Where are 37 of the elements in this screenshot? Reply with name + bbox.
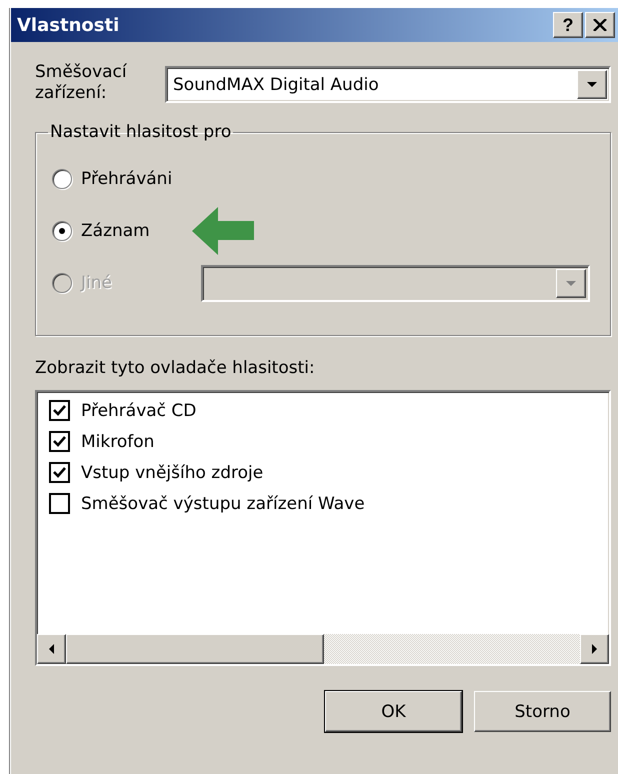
field-label: Směšovací zařízení: [35, 62, 128, 104]
radio-label: Přehráváni [81, 169, 174, 189]
close-button[interactable] [585, 12, 615, 38]
checkbox[interactable] [49, 431, 70, 452]
dropdown-value: SoundMAX Digital Audio [173, 74, 380, 94]
scroll-left-button[interactable] [37, 634, 66, 664]
dropdown-button[interactable] [556, 268, 586, 298]
scroll-right-button[interactable] [580, 634, 609, 664]
checkbox[interactable] [49, 462, 70, 483]
device-dropdown[interactable]: SoundMAX Digital Audio [165, 66, 611, 103]
window-title: Vlastnosti [17, 14, 120, 36]
checkmark-icon [53, 436, 66, 447]
arrow-icon [192, 207, 254, 255]
triangle-down-icon [587, 82, 597, 87]
triangle-left-icon [49, 644, 54, 654]
group-title: Nastavit hlasitost pro [49, 122, 232, 142]
horizontal-scrollbar[interactable] [37, 634, 609, 664]
radio-button[interactable] [52, 221, 72, 241]
checkmark-icon [53, 467, 66, 478]
radio-label: Záznam [81, 221, 151, 241]
dropdown-button[interactable] [577, 70, 607, 99]
checkmark-icon [53, 405, 66, 416]
help-button[interactable]: ? [553, 12, 583, 38]
checkbox[interactable] [49, 493, 70, 514]
checkbox-label: Mikrofon [81, 432, 154, 452]
checkbox-label: Vstup vnějšího zdroje [81, 462, 264, 482]
checkbox[interactable] [49, 400, 70, 421]
checkbox-label: Směšovač výstupu zařízení Wave [81, 494, 365, 514]
triangle-right-icon [592, 644, 597, 654]
radio-button[interactable] [52, 169, 72, 189]
cancel-button[interactable]: Storno [474, 691, 611, 732]
triangle-down-icon [566, 280, 576, 286]
list-label: Zobrazit tyto ovladače hlasitosti: [35, 358, 316, 378]
checkbox-label: Přehrávač CD [81, 400, 196, 420]
close-icon [593, 19, 607, 31]
scrollbar-thumb[interactable] [66, 634, 324, 664]
ok-button[interactable]: OK [325, 691, 462, 732]
